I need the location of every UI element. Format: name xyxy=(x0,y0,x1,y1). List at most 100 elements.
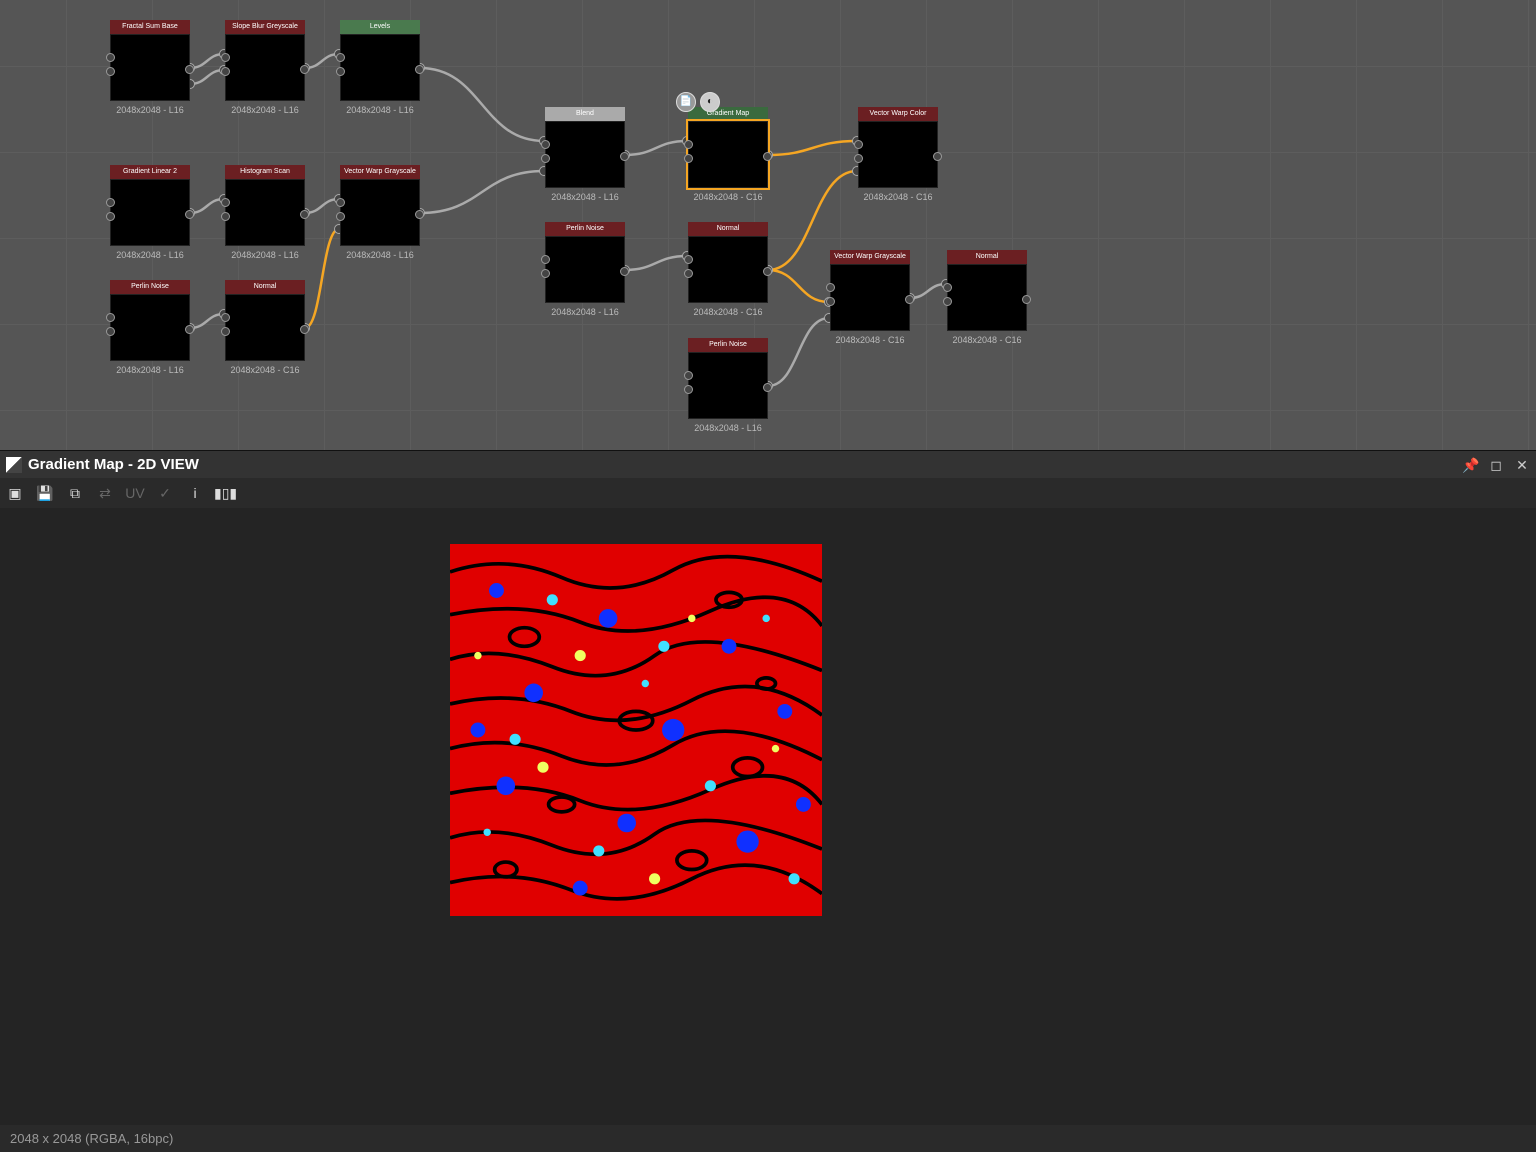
out-port[interactable] xyxy=(763,152,772,161)
node-gradmap[interactable]: Gradient Map2048x2048 - C16 xyxy=(688,107,768,202)
out-port[interactable] xyxy=(185,65,194,74)
node-fractal[interactable]: Fractal Sum Base2048x2048 - L16 xyxy=(110,20,190,115)
node-thumbnail xyxy=(340,34,420,101)
in-port[interactable] xyxy=(684,255,693,264)
in-port-2[interactable] xyxy=(943,297,952,306)
in-port[interactable] xyxy=(336,53,345,62)
pin-button[interactable]: 📌 xyxy=(1462,457,1478,473)
node-thumbnail xyxy=(340,179,420,246)
node-badge-doc[interactable]: 📄 xyxy=(676,92,696,112)
node-thumbnail xyxy=(830,264,910,331)
out-port[interactable] xyxy=(905,295,914,304)
in-port[interactable] xyxy=(221,313,230,322)
save-icon[interactable]: 💾 xyxy=(34,482,56,504)
out-port[interactable] xyxy=(300,325,309,334)
in-port-2[interactable] xyxy=(336,212,345,221)
node-perlin2[interactable]: Perlin Noise 2048x2048 - L16 xyxy=(545,222,625,317)
in-port[interactable] xyxy=(106,198,115,207)
node-resolution: 2048x2048 - L16 xyxy=(545,307,625,317)
node-vwarpg2[interactable]: Vector Warp Grayscale2048x2048 - C16 xyxy=(830,250,910,345)
in-port-2[interactable] xyxy=(684,385,693,394)
in-port[interactable] xyxy=(336,198,345,207)
node-resolution: 2048x2048 - C16 xyxy=(947,335,1027,345)
in-port-2[interactable] xyxy=(106,67,115,76)
in-port-2[interactable] xyxy=(221,327,230,336)
in-port-2[interactable] xyxy=(541,269,550,278)
in-port[interactable] xyxy=(221,53,230,62)
in-port-2[interactable] xyxy=(106,212,115,221)
in-port-2[interactable] xyxy=(854,154,863,163)
histogram-icon[interactable]: ▮▯▮ xyxy=(214,482,236,504)
node-normal1[interactable]: Normal2048x2048 - C16 xyxy=(225,280,305,375)
in-port[interactable] xyxy=(826,283,835,292)
node-title: Perlin Noise xyxy=(545,222,625,236)
node-title: Normal xyxy=(225,280,305,294)
node-perlin3[interactable]: Perlin Noise2048x2048 - L16 xyxy=(688,338,768,433)
node-vwarpg1[interactable]: Vector Warp Grayscale2048x2048 - L16 xyxy=(340,165,420,260)
node-title: Levels xyxy=(340,20,420,34)
node-title: Perlin Noise xyxy=(688,338,768,352)
in-port-2[interactable] xyxy=(684,154,693,163)
node-badge-view[interactable]: ◐ xyxy=(700,92,720,112)
out-port[interactable] xyxy=(300,210,309,219)
in-port-2[interactable] xyxy=(541,154,550,163)
out-port[interactable] xyxy=(620,267,629,276)
node-resolution: 2048x2048 - C16 xyxy=(858,192,938,202)
close-button[interactable]: ✕ xyxy=(1514,457,1530,473)
node-resolution: 2048x2048 - L16 xyxy=(110,250,190,260)
info-icon[interactable]: i xyxy=(184,482,206,504)
out-port[interactable] xyxy=(415,65,424,74)
node-slope[interactable]: Slope Blur Greyscale2048x2048 - L16 xyxy=(225,20,305,115)
in-port[interactable] xyxy=(943,283,952,292)
in-port-2[interactable] xyxy=(221,67,230,76)
copy-icon[interactable]: ⧉ xyxy=(64,482,86,504)
in-port-2[interactable] xyxy=(826,297,835,306)
node-gradlin[interactable]: Gradient Linear 22048x2048 - L16 xyxy=(110,165,190,260)
in-port-2[interactable] xyxy=(684,269,693,278)
in-port[interactable] xyxy=(106,53,115,62)
viewport[interactable] xyxy=(0,508,1536,1125)
in-port-2[interactable] xyxy=(106,327,115,336)
node-thumbnail xyxy=(225,179,305,246)
out-port[interactable] xyxy=(763,383,772,392)
node-thumbnail xyxy=(110,294,190,361)
node-normal2[interactable]: Normal2048x2048 - C16 xyxy=(688,222,768,317)
out-port[interactable] xyxy=(933,152,942,161)
out-port[interactable] xyxy=(300,65,309,74)
out-port[interactable] xyxy=(185,210,194,219)
viewer-header: Gradient Map - 2D VIEW 📌 ◻ ✕ xyxy=(0,450,1536,478)
in-port[interactable] xyxy=(684,140,693,149)
out-port[interactable] xyxy=(1022,295,1031,304)
out-port[interactable] xyxy=(415,210,424,219)
in-port[interactable] xyxy=(541,255,550,264)
node-title: Normal xyxy=(947,250,1027,264)
in-port[interactable] xyxy=(221,198,230,207)
node-normal3[interactable]: Normal 2048x2048 - C16 xyxy=(947,250,1027,345)
viewer-toolbar: ▣💾⧉⇄UV✓i▮▯▮ xyxy=(0,478,1536,508)
in-port-2[interactable] xyxy=(336,67,345,76)
out-port[interactable] xyxy=(185,325,194,334)
in-port[interactable] xyxy=(541,140,550,149)
node-thumbnail xyxy=(688,121,768,188)
in-port-2[interactable] xyxy=(221,212,230,221)
node-graph[interactable]: Fractal Sum Base2048x2048 - L16 Slope Blu… xyxy=(0,0,1536,450)
out-port[interactable] xyxy=(763,267,772,276)
out-port[interactable] xyxy=(620,152,629,161)
node-levels[interactable]: Levels2048x2048 - L16 xyxy=(340,20,420,115)
node-perlin1[interactable]: Perlin Noise2048x2048 - L16 xyxy=(110,280,190,375)
in-port[interactable] xyxy=(684,371,693,380)
frame-icon[interactable]: ▣ xyxy=(4,482,26,504)
maximize-button[interactable]: ◻ xyxy=(1488,457,1504,473)
node-title: Slope Blur Greyscale xyxy=(225,20,305,34)
node-thumbnail xyxy=(110,34,190,101)
node-title: Normal xyxy=(688,222,768,236)
node-vwarpc[interactable]: Vector Warp Color2048x2048 - C16 xyxy=(858,107,938,202)
in-port[interactable] xyxy=(106,313,115,322)
node-title: Vector Warp Grayscale xyxy=(830,250,910,264)
in-port[interactable] xyxy=(854,140,863,149)
check-icon: ✓ xyxy=(154,482,176,504)
node-thumbnail xyxy=(110,179,190,246)
node-resolution: 2048x2048 - L16 xyxy=(110,365,190,375)
node-blend[interactable]: Blend2048x2048 - L16 xyxy=(545,107,625,202)
node-histo[interactable]: Histogram Scan2048x2048 - L16 xyxy=(225,165,305,260)
